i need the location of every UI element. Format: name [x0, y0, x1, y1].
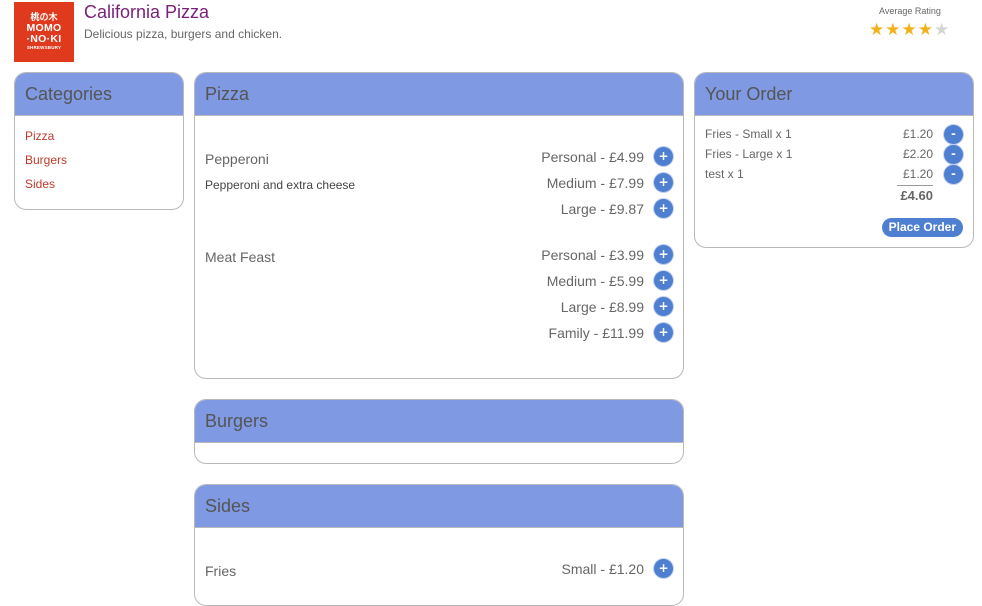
- price-label: Large - £8.99: [560, 298, 644, 315]
- price-label: Personal - £4.99: [541, 148, 644, 165]
- restaurant-subtitle: Delicious pizza, burgers and chicken.: [84, 27, 283, 41]
- restaurant-logo: 桃の木 MOMO ·NO·KI SHREWSBURY: [14, 2, 74, 62]
- add-to-order-button[interactable]: +: [654, 323, 673, 342]
- pizza-section: Pizza Pepperoni Pepperoni and extra chee…: [194, 72, 684, 379]
- add-to-order-button[interactable]: +: [654, 173, 673, 192]
- price-label: Personal - £3.99: [541, 246, 644, 263]
- price-option: Family - £11.99 +: [549, 323, 673, 342]
- star-filled-icon: ★: [869, 20, 885, 40]
- star-filled-icon: ★: [901, 20, 917, 40]
- price-option: Large - £8.99 +: [561, 297, 673, 316]
- price-label: Small - £1.20: [561, 560, 644, 577]
- category-list: Pizza Burgers Sides: [15, 116, 183, 200]
- menu-item-name: Pepperoni: [205, 151, 269, 167]
- add-to-order-button[interactable]: +: [654, 297, 673, 316]
- order-line-price: £1.20: [902, 127, 933, 141]
- price-option: Personal - £4.99 +: [541, 147, 673, 166]
- star-filled-icon: ★: [917, 20, 933, 40]
- remove-from-order-button[interactable]: -: [944, 145, 963, 164]
- category-link-pizza[interactable]: Pizza: [25, 128, 173, 152]
- category-link-sides[interactable]: Sides: [25, 176, 173, 200]
- add-to-order-button[interactable]: +: [654, 559, 673, 578]
- place-order-button[interactable]: Place Order: [881, 218, 963, 237]
- add-to-order-button[interactable]: +: [654, 245, 673, 264]
- burgers-section: Burgers: [194, 399, 684, 464]
- order-panel: Your Order Fries - Small x 1 £1.20 - Fri…: [694, 72, 974, 248]
- order-total: £4.60: [900, 188, 933, 203]
- price-label: Family - £11.99: [548, 324, 644, 341]
- average-rating-stars: ★ ★ ★ ★ ★: [869, 22, 949, 39]
- remove-from-order-button[interactable]: -: [944, 125, 963, 144]
- order-heading: Your Order: [695, 73, 973, 116]
- price-option: Personal - £3.99 +: [541, 245, 673, 264]
- price-option: Medium - £5.99 +: [547, 271, 673, 290]
- order-line-price: £2.20: [902, 147, 933, 161]
- price-label: Large - £9.87: [560, 200, 644, 217]
- category-link-burgers[interactable]: Burgers: [25, 152, 173, 176]
- categories-panel: Categories Pizza Burgers Sides: [14, 72, 184, 210]
- average-rating-label: Average Rating: [879, 6, 941, 16]
- price-option: Medium - £7.99 +: [547, 173, 673, 192]
- price-option: Large - £9.87 +: [561, 199, 673, 218]
- menu-item-name: Meat Feast: [205, 249, 276, 265]
- order-line-name: test x 1: [705, 167, 744, 181]
- price-label: Medium - £7.99: [546, 174, 644, 191]
- order-line: Fries - Small x 1 £1.20 -: [705, 125, 963, 145]
- order-line-name: Fries - Large x 1: [705, 147, 793, 161]
- add-to-order-button[interactable]: +: [654, 199, 673, 218]
- sides-heading: Sides: [195, 485, 683, 528]
- order-line-price: £1.20: [902, 167, 933, 181]
- price-label: Medium - £5.99: [546, 272, 644, 289]
- categories-heading: Categories: [15, 73, 183, 116]
- sides-section: Sides Fries Small - £1.20 +: [194, 484, 684, 606]
- star-empty-icon: ★: [934, 20, 950, 40]
- restaurant-title: California Pizza: [84, 2, 210, 22]
- burgers-heading: Burgers: [195, 400, 683, 443]
- price-option: Small - £1.20 +: [562, 559, 673, 578]
- add-to-order-button[interactable]: +: [654, 147, 673, 166]
- menu-item-name: Fries: [205, 563, 237, 579]
- pizza-heading: Pizza: [195, 73, 683, 116]
- total-divider: [897, 185, 933, 186]
- add-to-order-button[interactable]: +: [654, 271, 673, 290]
- menu-item-description: Pepperoni and extra cheese: [205, 178, 356, 192]
- order-line: Fries - Large x 1 £2.20 -: [705, 145, 963, 165]
- order-line-name: Fries - Small x 1: [705, 127, 792, 141]
- order-line: test x 1 £1.20 -: [705, 165, 963, 185]
- star-filled-icon: ★: [885, 20, 901, 40]
- remove-from-order-button[interactable]: -: [944, 165, 963, 184]
